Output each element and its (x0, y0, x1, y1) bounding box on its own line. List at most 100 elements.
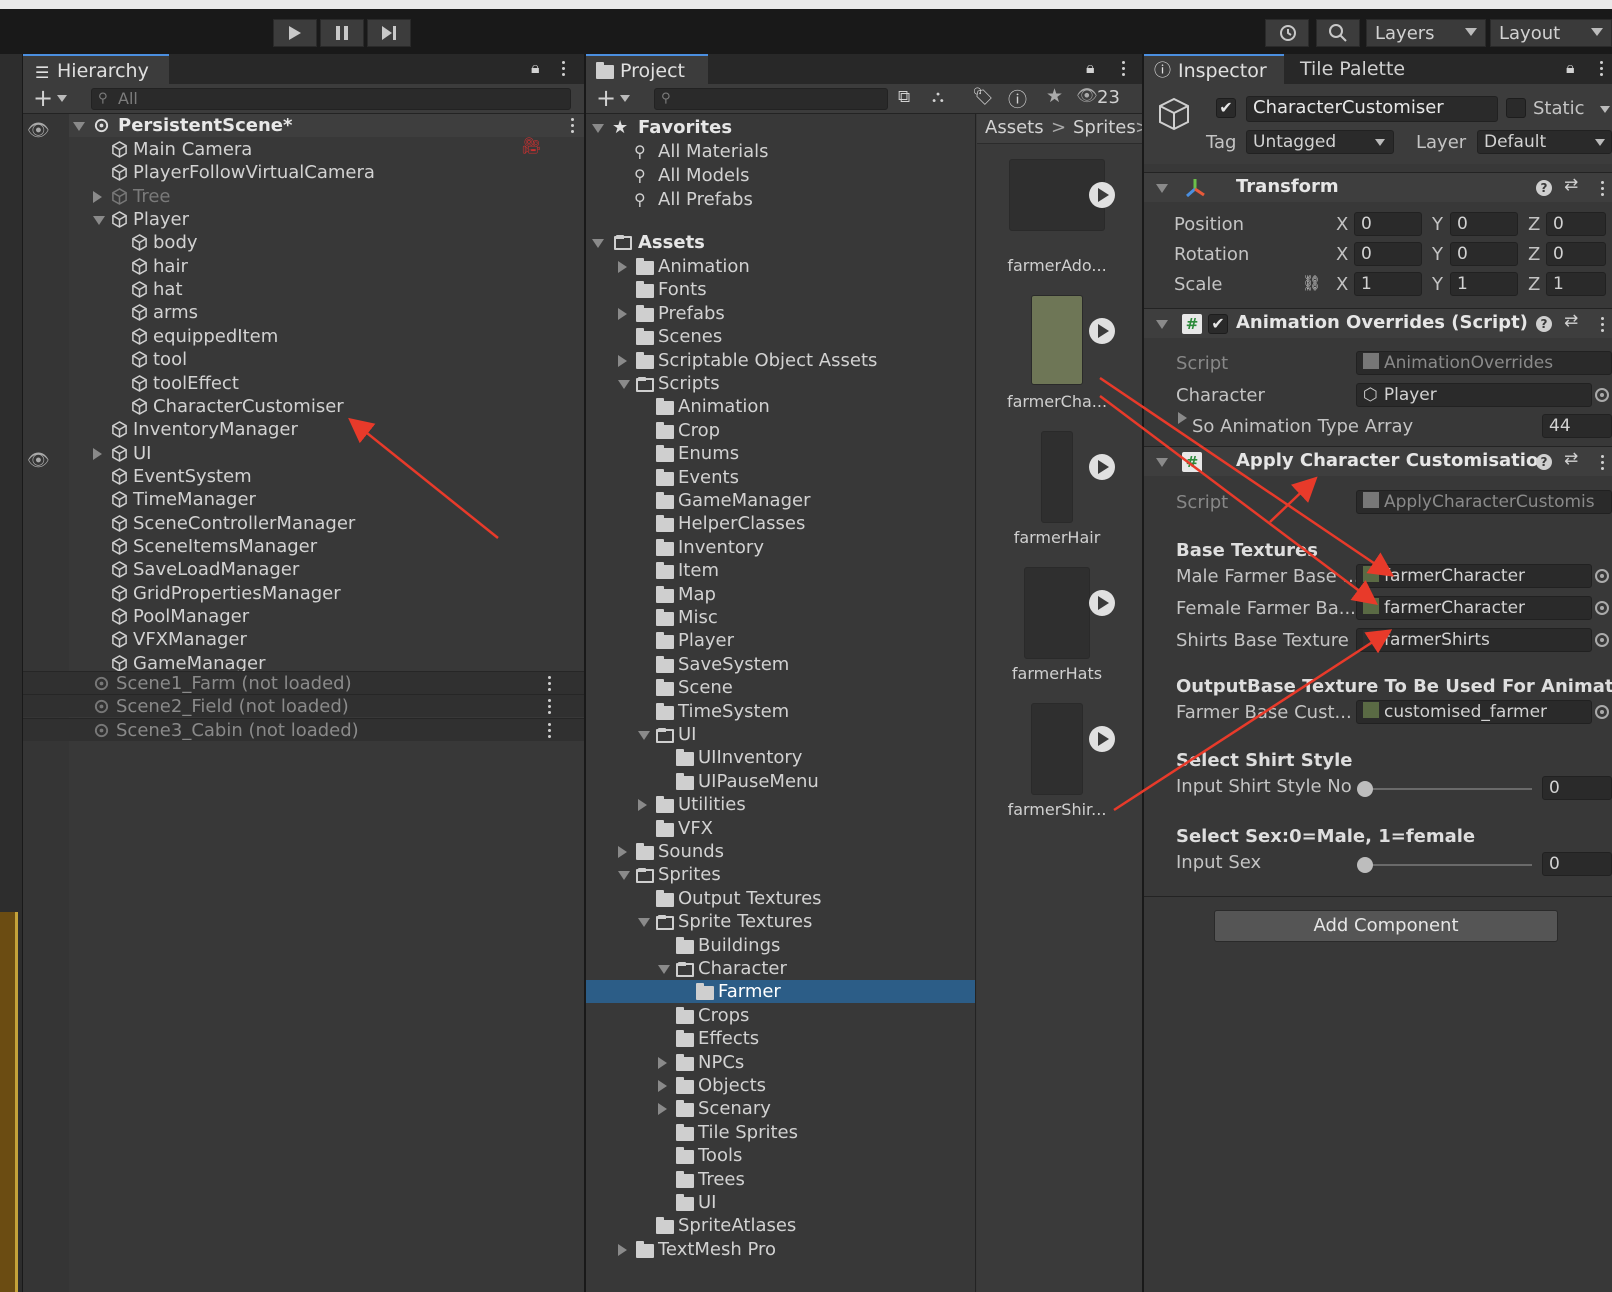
scene-menu-icon[interactable] (548, 705, 551, 709)
object-picker-icon[interactable] (1595, 388, 1609, 402)
project-folder-item[interactable]: Effects (586, 1027, 975, 1050)
project-folder-item[interactable]: HelperClasses (586, 512, 975, 535)
fold-right-icon[interactable] (618, 307, 627, 320)
history-button[interactable] (1265, 19, 1309, 47)
hierarchy-item[interactable]: hat (69, 278, 584, 301)
project-folder-item[interactable]: Buildings (586, 934, 975, 957)
transform-z-field[interactable]: 1 (1546, 272, 1606, 296)
lock-icon[interactable]: 🔒︎ (531, 58, 540, 78)
transform-z-field[interactable]: 0 (1546, 242, 1606, 266)
fold-down-icon[interactable] (1156, 320, 1168, 329)
project-folder-item[interactable]: Objects (586, 1074, 975, 1097)
tab-project[interactable]: Project (586, 54, 708, 84)
hierarchy-item[interactable]: CharacterCustomiser (69, 395, 584, 418)
fold-right-icon[interactable] (658, 1056, 667, 1069)
hierarchy-item[interactable]: SaveLoadManager (69, 558, 584, 581)
fold-down-icon[interactable] (618, 871, 630, 881)
female-base-field[interactable]: farmerCharacter (1356, 596, 1592, 620)
fold-right-icon[interactable] (638, 799, 647, 812)
hierarchy-item[interactable]: UI (69, 442, 584, 465)
project-folder-item[interactable]: Tools (586, 1144, 975, 1167)
type-filter-icon[interactable]: ⛬ (932, 87, 944, 107)
project-folder-item[interactable]: UI (586, 1191, 975, 1214)
tab-inspector[interactable]: ⓘ Inspector (1144, 54, 1284, 84)
axis-label[interactable]: X (1336, 244, 1348, 265)
component-menu-icon[interactable] (1601, 461, 1604, 464)
project-folder-item[interactable]: Fonts (586, 278, 975, 301)
fold-right-icon[interactable] (1178, 412, 1187, 424)
hierarchy-item[interactable]: SceneControllerManager (69, 512, 584, 535)
pause-button[interactable] (320, 19, 364, 47)
object-picker-icon[interactable] (1595, 601, 1609, 615)
axis-label[interactable]: X (1336, 274, 1348, 295)
hierarchy-item[interactable]: tool (69, 348, 584, 371)
help-icon[interactable]: ? (1536, 454, 1552, 470)
component-menu-icon[interactable] (1601, 323, 1604, 326)
shirt-style-input[interactable]: 0 (1542, 776, 1612, 800)
project-folder-item[interactable]: Scripts (586, 372, 975, 395)
transform-y-field[interactable]: 0 (1450, 242, 1518, 266)
fold-down-icon[interactable] (73, 122, 85, 131)
project-folder-item[interactable]: Scenary (586, 1097, 975, 1120)
shirt-style-slider-thumb[interactable] (1357, 781, 1373, 797)
project-folder-item[interactable]: Inventory (586, 536, 975, 559)
presets-icon[interactable]: ⇄ (1564, 311, 1578, 331)
layout-dropdown[interactable]: Layout (1490, 19, 1612, 47)
breadcrumb-sprites[interactable]: Sprites (1073, 117, 1136, 138)
project-folder-item[interactable]: NPCs (586, 1051, 975, 1074)
hierarchy-item[interactable]: body (69, 231, 584, 254)
project-folder-item[interactable]: Sprites (586, 863, 975, 886)
project-folder-item[interactable]: Animation (586, 395, 975, 418)
step-button[interactable] (367, 19, 411, 47)
fold-down-icon[interactable] (93, 216, 105, 226)
project-folder-item[interactable]: Crop (586, 419, 975, 442)
fold-right-icon[interactable] (618, 1243, 627, 1256)
hierarchy-item[interactable]: Player (69, 208, 584, 231)
fold-right-icon[interactable] (618, 846, 627, 858)
fold-right-icon[interactable] (93, 447, 102, 460)
object-name-field[interactable]: CharacterCustomiser (1246, 96, 1498, 122)
project-folder-item[interactable]: Map (586, 583, 975, 606)
component-menu-icon[interactable] (1601, 187, 1604, 190)
hierarchy-item[interactable]: GridPropertiesManager (69, 582, 584, 605)
warning-filter-icon[interactable]: ⓘ (1008, 85, 1027, 112)
chevron-down-icon[interactable] (1600, 106, 1610, 113)
transform-x-field[interactable]: 1 (1354, 272, 1422, 296)
project-folder-item[interactable]: Character (586, 957, 975, 980)
add-icon[interactable]: + (596, 84, 616, 112)
scene-menu-icon[interactable] (548, 728, 551, 732)
project-folder-item[interactable]: Tile Sprites (586, 1121, 975, 1144)
axis-label[interactable]: X (1336, 214, 1348, 235)
hierarchy-item[interactable]: hair (69, 255, 584, 278)
hierarchy-item[interactable]: VFXManager (69, 628, 584, 651)
play-button[interactable] (273, 19, 317, 47)
favorite-item[interactable]: ⚲ All Prefabs (586, 188, 975, 211)
play-icon[interactable] (1089, 182, 1115, 208)
project-folder-item[interactable]: Prefabs (586, 302, 975, 325)
favorites-header[interactable]: ★ Favorites (586, 116, 975, 139)
fold-down-icon[interactable] (638, 918, 650, 928)
scene-header-row[interactable]: PersistentScene* (69, 114, 584, 137)
label-filter-icon[interactable]: 🏷︎ (972, 87, 994, 107)
play-icon[interactable] (1089, 590, 1115, 616)
eye-icon[interactable]: 👁︎ (27, 120, 50, 141)
lock-icon[interactable]: 🔒︎ (1086, 58, 1095, 78)
hierarchy-item[interactable]: TimeManager (69, 488, 584, 511)
static-checkbox[interactable] (1506, 98, 1526, 118)
assets-root[interactable]: Assets (586, 231, 975, 254)
star-icon[interactable]: ★ (1046, 85, 1063, 107)
search-button[interactable] (1316, 19, 1360, 47)
project-folder-item[interactable]: GameManager (586, 489, 975, 512)
project-folder-item[interactable]: Misc (586, 606, 975, 629)
project-folder-item[interactable]: Sounds (586, 840, 975, 863)
hierarchy-item[interactable]: PoolManager (69, 605, 584, 628)
fold-right-icon[interactable] (618, 261, 627, 273)
hierarchy-item[interactable]: arms (69, 301, 584, 324)
eye-icon[interactable]: 👁︎ (1076, 86, 1098, 106)
project-folder-item[interactable]: Scene (586, 676, 975, 699)
hierarchy-item[interactable]: Tree (69, 185, 584, 208)
project-folder-item[interactable]: VFX (586, 817, 975, 840)
eye-icon[interactable]: 👁︎ (27, 450, 50, 471)
sex-slider-thumb[interactable] (1357, 857, 1373, 873)
favorite-item[interactable]: ⚲ All Materials (586, 140, 975, 163)
